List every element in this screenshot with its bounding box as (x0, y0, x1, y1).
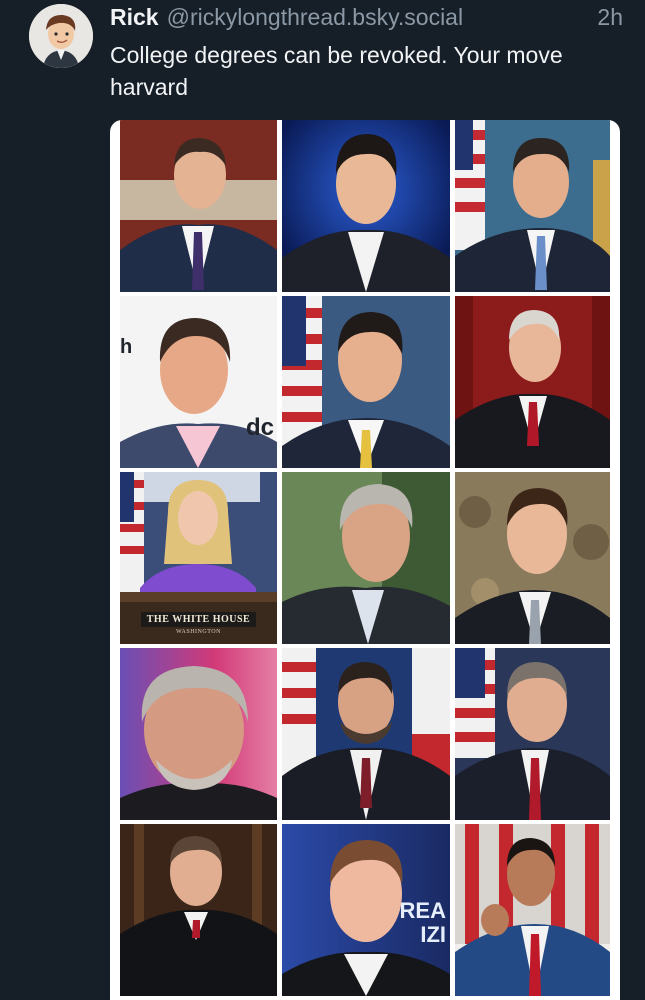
photo-tile (455, 824, 610, 996)
background-text: h (120, 336, 133, 358)
photo-tile (282, 648, 450, 820)
photo-tile: REA IZI (282, 824, 450, 996)
portrait-photo (455, 648, 610, 820)
author-avatar[interactable] (29, 4, 93, 68)
photo-tile (120, 120, 277, 292)
photo-grid: dc h THE WHITE HOUSE WASHINGTON REA IZI (120, 120, 610, 1000)
podium-subtitle: WASHINGTON (176, 628, 221, 635)
background-text: dc (245, 414, 274, 441)
banner-text: IZI (420, 922, 446, 947)
portrait-photo (282, 648, 450, 820)
photo-tile: THE WHITE HOUSE WASHINGTON (120, 472, 277, 644)
photo-tile: dc h (120, 296, 277, 468)
post-timestamp[interactable]: 2h (597, 4, 623, 31)
photo-tile (455, 296, 610, 468)
portrait-photo (120, 120, 277, 292)
banner-text: REA (399, 898, 446, 923)
photo-tile (120, 648, 277, 820)
photo-tile (120, 824, 277, 996)
portrait-photo (282, 296, 450, 468)
photo-tile (282, 296, 450, 468)
avatar-cartoon-icon (29, 4, 93, 68)
author-name[interactable]: Rick (110, 4, 159, 31)
post-text: College degrees can be revoked. Your mov… (110, 42, 563, 100)
photo-tile (455, 648, 610, 820)
portrait-photo (120, 824, 277, 996)
portrait-photo (455, 120, 610, 292)
portrait-photo (120, 296, 277, 468)
portrait-photo (120, 648, 277, 820)
portrait-photo (455, 296, 610, 468)
photo-tile (282, 472, 450, 644)
portrait-photo (282, 120, 450, 292)
post-header: Rick @rickylongthread.bsky.social 2h (110, 4, 623, 34)
photo-tile (455, 472, 610, 644)
podium-title: THE WHITE HOUSE (140, 611, 257, 627)
photo-tile (282, 120, 450, 292)
portrait-photo (282, 472, 450, 644)
portrait-photo (455, 824, 610, 996)
podium-sign: THE WHITE HOUSE WASHINGTON (120, 602, 277, 644)
photo-tile (455, 120, 610, 292)
portrait-photo (455, 472, 610, 644)
author-handle[interactable]: @rickylongthread.bsky.social (167, 4, 590, 31)
post-image[interactable]: dc h THE WHITE HOUSE WASHINGTON REA IZI (110, 120, 620, 1000)
